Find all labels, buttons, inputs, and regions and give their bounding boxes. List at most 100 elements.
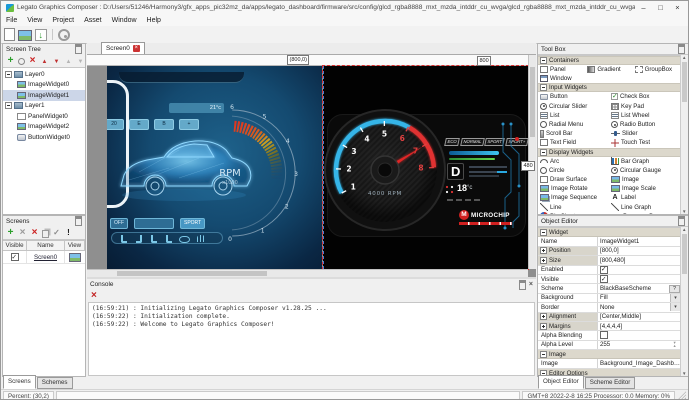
toolbox-item-circular-slider[interactable]: Circular Slider (538, 102, 609, 111)
add-icon[interactable] (6, 228, 15, 237)
menu-help[interactable]: Help (142, 17, 166, 24)
pin-icon[interactable] (678, 44, 685, 54)
view-icon[interactable] (69, 253, 81, 262)
tree-node-layer0[interactable]: Layer0 (3, 69, 85, 80)
toolbox-item-image[interactable]: Image (609, 175, 680, 184)
dropdown-arrow-icon[interactable]: ▾ (670, 294, 680, 302)
property-value-cell[interactable]: 255 (598, 341, 680, 349)
move-up-icon[interactable] (40, 56, 49, 65)
collapse-icon[interactable] (540, 57, 547, 64)
pin-icon[interactable] (75, 216, 82, 226)
toolbox-item-list[interactable]: List (538, 111, 609, 120)
dashboard-screen-right-selected[interactable]: 12345678 4000 RPM ECONORMALSPORTSPORT+ D… (323, 66, 528, 269)
toolbox-item-radial-menu[interactable]: Radial Menu (538, 120, 609, 129)
toolbox-item-gradient[interactable]: Gradient (585, 65, 632, 74)
toolbox-item-check-box[interactable]: Check Box (609, 92, 680, 101)
tree-node-layer1[interactable]: Layer1 (3, 101, 85, 112)
toolbox-item-radio-button[interactable]: Radio Button (609, 120, 680, 129)
move-up-disabled-icon[interactable] (64, 56, 73, 65)
collapse-icon[interactable] (5, 102, 12, 109)
toolbox-item-image-scale[interactable]: Image Scale (609, 184, 680, 193)
clear-console-icon[interactable]: × (91, 291, 97, 301)
toolbox-item-key-pad[interactable]: Key Pad (609, 102, 680, 111)
property-value-cell[interactable]: [800,0] (598, 247, 680, 255)
collapse-icon[interactable] (5, 71, 12, 78)
property-value-cell[interactable]: None▾ (598, 303, 680, 311)
collapse-icon[interactable] (540, 84, 547, 91)
tree-node-imagewidget1[interactable]: ImageWidget1 (3, 90, 85, 101)
property-value-cell[interactable] (598, 275, 680, 283)
open-project-icon[interactable] (18, 30, 32, 41)
design-canvas[interactable]: 21°c 20EB+ (87, 55, 536, 277)
defrost-icon[interactable] (197, 235, 205, 242)
collapse-icon[interactable] (540, 351, 547, 358)
toolbox-item-groupbox[interactable]: GroupBox (633, 65, 680, 74)
tab-schemes[interactable]: Schemes (37, 377, 73, 389)
property-section-image[interactable]: Image (538, 350, 680, 359)
dash-button-sport[interactable]: SPORT (180, 218, 205, 229)
toolbox-item-progress-bar[interactable]: Progress Bar (609, 212, 680, 214)
property-value-cell[interactable] (598, 331, 680, 339)
tab-object-editor[interactable]: Object Editor (538, 375, 584, 389)
menu-view[interactable]: View (22, 17, 47, 24)
dashboard-screen-left[interactable]: 21°c 20EB+ (107, 66, 322, 269)
delete-icon[interactable] (30, 228, 39, 237)
toolbox-item-text-field[interactable]: Text Field (538, 138, 609, 147)
tree-node-imagewidget2[interactable]: ImageWidget2 (3, 122, 85, 133)
screen-row[interactable]: Screen0 (3, 251, 85, 264)
toolbox-item-panel[interactable]: Panel (538, 65, 585, 74)
toolbox-item-window[interactable]: Window (538, 74, 585, 83)
seat-fan-icon[interactable] (164, 234, 172, 242)
tab-scheme-editor[interactable]: Scheme Editor (585, 377, 636, 389)
seat-right-icon[interactable] (134, 234, 142, 242)
toolbox-item-slider[interactable]: Slider (609, 129, 680, 138)
add-icon[interactable] (6, 56, 15, 65)
visible-checkbox[interactable] (11, 253, 19, 261)
delete-icon[interactable] (28, 56, 37, 65)
move-down-icon[interactable] (52, 56, 61, 65)
toolbox-item-pie-chart[interactable]: Pie Chart (538, 212, 609, 214)
property-value-cell[interactable]: [800,480] (598, 256, 680, 264)
expand-icon[interactable] (540, 323, 547, 330)
toolbox-item-scroll-bar[interactable]: Scroll Bar (538, 129, 609, 138)
car-icon[interactable] (179, 236, 190, 243)
seat-left-icon[interactable] (119, 234, 127, 242)
alert-icon[interactable] (64, 228, 73, 237)
close-console-icon[interactable]: × (529, 281, 533, 288)
close-button[interactable]: × (669, 2, 686, 14)
toolbox-item-list-wheel[interactable]: List Wheel (609, 111, 680, 120)
toolbox-item-circle[interactable]: Circle (538, 166, 609, 175)
seat-heat-icon[interactable] (149, 234, 157, 242)
toolbox-item-line[interactable]: Line (538, 202, 609, 211)
menu-asset[interactable]: Asset (79, 17, 107, 24)
move-down-disabled-icon[interactable] (76, 56, 85, 65)
menu-file[interactable]: File (1, 17, 22, 24)
dash-button-off[interactable]: OFF (110, 218, 128, 229)
toolbox-item-circular-gauge[interactable]: Circular Gauge (609, 166, 680, 175)
duplicate-icon[interactable] (42, 230, 49, 238)
collapse-icon[interactable] (540, 229, 547, 236)
property-value-cell[interactable]: Fill▾ (598, 294, 680, 302)
tab-screen0[interactable]: Screen0 × (101, 42, 145, 54)
import-icon[interactable] (35, 29, 47, 41)
checkbox[interactable] (600, 275, 608, 283)
checkbox[interactable] (600, 331, 608, 339)
toolbox-section-display-widgets[interactable]: Display Widgets (538, 148, 680, 157)
tree-node-imagewidget0[interactable]: ImageWidget0 (3, 80, 85, 91)
expand-icon[interactable] (540, 313, 547, 320)
scheme-picker-button[interactable]: ? (669, 285, 680, 293)
object-editor-scrollbar[interactable] (680, 227, 688, 376)
close-tab-icon[interactable]: × (133, 45, 140, 52)
pin-icon[interactable] (75, 44, 82, 54)
dropdown-arrow-icon[interactable]: ▾ (670, 303, 680, 311)
property-section-widget[interactable]: Widget (538, 228, 680, 237)
remove-icon[interactable] (18, 228, 27, 237)
new-project-icon[interactable] (4, 28, 15, 41)
toolbox-item-image-sequence[interactable]: Image Sequence (538, 193, 609, 202)
tree-node-buttonwidget0[interactable]: ButtonWidget0 (3, 132, 85, 143)
canvas-horizontal-scrollbar[interactable] (87, 269, 528, 277)
tree-node-panelwidget0[interactable]: PanelWidget0 (3, 111, 85, 122)
menu-window[interactable]: Window (107, 17, 142, 24)
property-value-cell[interactable]: BlackBaseScheme? (598, 284, 680, 292)
minimize-button[interactable]: – (635, 2, 652, 14)
